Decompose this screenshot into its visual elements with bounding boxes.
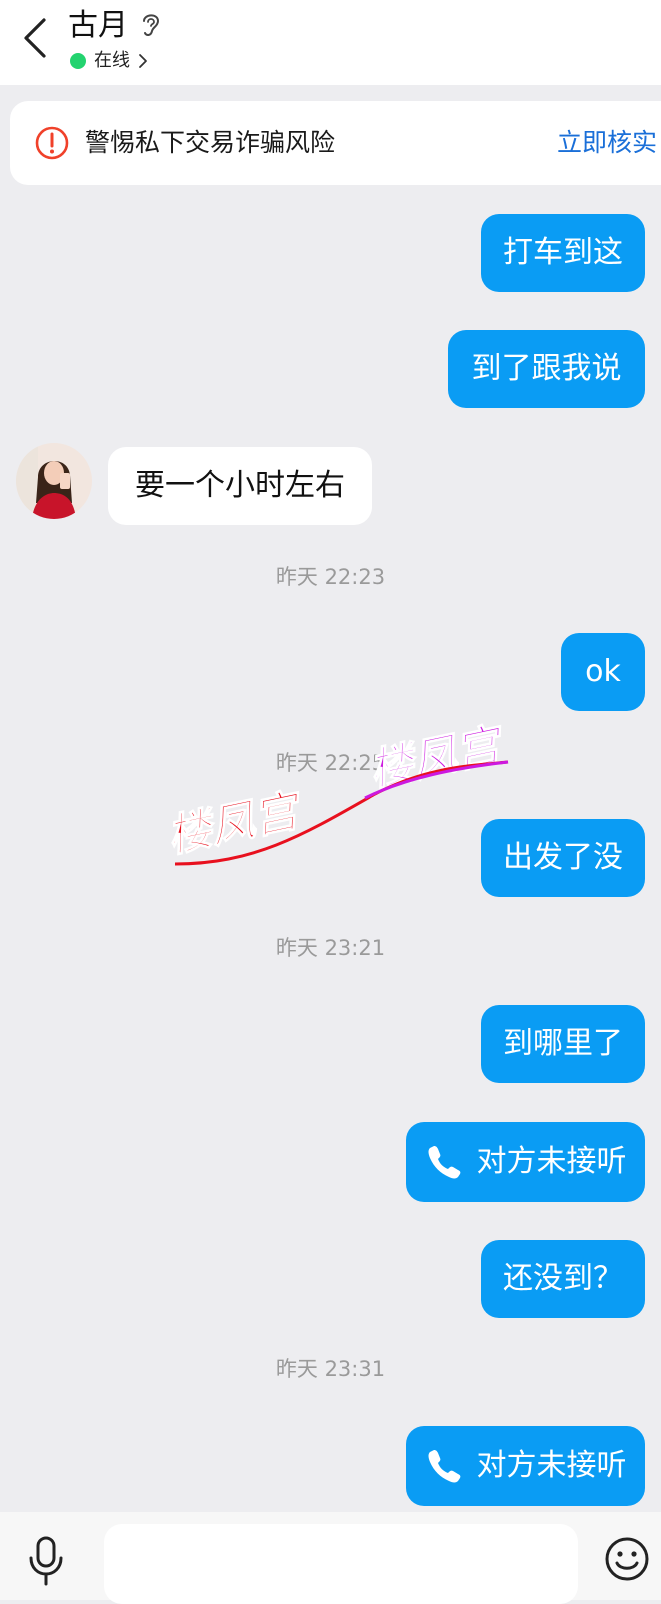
message-timestamp: 昨天 23:21 [275,936,386,960]
message-bubble-outgoing[interactable]: 到了跟我说 [448,330,645,408]
emoji-icon[interactable] [604,1536,650,1582]
contact-name[interactable]: 古月 [68,6,128,46]
message-input-bar [0,1512,661,1604]
call-status-text: 对方未接听 [476,1448,627,1483]
alert-circle-icon [35,126,69,160]
chat-header: 古月 在线 [0,0,661,85]
watermark-text-red: 楼凤宫 [165,784,308,863]
call-status-text: 对方未接听 [476,1144,627,1179]
message-bubble-outgoing[interactable]: 打车到这 [481,214,645,292]
message-bubble-outgoing[interactable]: ok [561,633,645,711]
message-timestamp: 昨天 22:23 [275,565,386,589]
back-arrow-icon[interactable] [18,14,54,62]
online-status-dot [70,53,86,69]
contact-avatar[interactable] [16,443,92,519]
verify-now-link[interactable]: 立即核实 [557,125,657,161]
message-bubble-outgoing[interactable]: 还没到？ [481,1240,645,1318]
message-bubble-outgoing[interactable]: 到哪里了 [481,1005,645,1083]
microphone-icon[interactable] [26,1534,66,1588]
missed-call-bubble[interactable]: 对方未接听 [406,1122,645,1202]
watermark-overlay: 楼凤宫 楼凤宫 [165,718,511,866]
fraud-warning-banner: 警惕私下交易诈骗风险 立即核实 [10,101,661,185]
ear-icon[interactable] [138,10,164,40]
online-status-text[interactable]: 在线 [94,48,130,74]
watermark-text-purple: 楼凤宫 [365,718,511,797]
chevron-right-icon[interactable] [137,53,149,69]
message-bubble-incoming[interactable]: 要一个小时左右 [108,447,372,525]
message-timestamp: 昨天 23:31 [275,1357,386,1381]
phone-icon [428,1146,460,1179]
message-input[interactable] [104,1524,578,1604]
phone-icon [428,1450,460,1483]
warning-text: 警惕私下交易诈骗风险 [85,128,336,157]
missed-call-bubble[interactable]: 对方未接听 [406,1426,645,1506]
